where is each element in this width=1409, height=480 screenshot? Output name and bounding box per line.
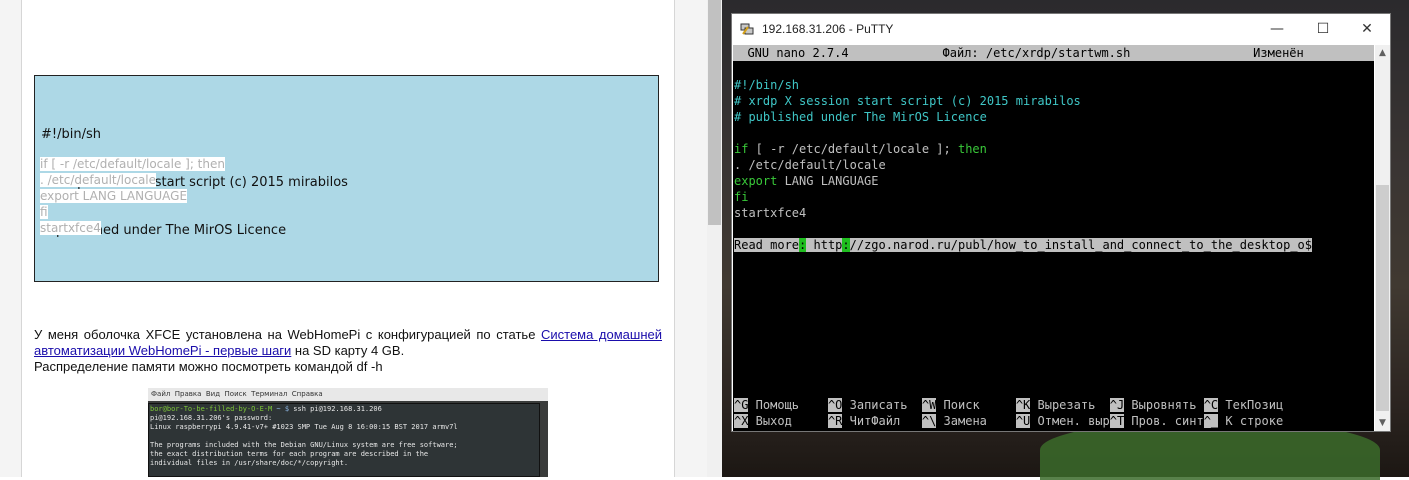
prompt-path: ~ $	[272, 405, 290, 413]
shortcut-key: ^W	[921, 398, 937, 412]
keyword: if	[734, 142, 749, 156]
read-more-line: Read more: http://zgo.narod.ru/publ/how_…	[734, 237, 1312, 253]
prompt-command: ssh pi@192.168.31.206	[289, 405, 382, 413]
code-line-selected: . /etc/default/locale	[40, 173, 157, 187]
shortcut-label: ТекПозиц	[1218, 398, 1284, 412]
shortcut-key: ^O	[827, 398, 843, 412]
shortcut-key: ^J	[1109, 398, 1125, 412]
code-text: LANG LANGUAGE	[777, 174, 879, 188]
maximize-button[interactable]: ☐	[1300, 14, 1346, 45]
shortcut-label: Поиск	[936, 398, 1016, 412]
paragraph-text: У меня оболочка XFCE установлена на WebH…	[34, 327, 541, 342]
code-block-selection[interactable]: if [ -r /etc/default/locale ]; then . /e…	[40, 156, 225, 236]
shortcut-label: Замена	[936, 414, 1016, 428]
file-line: # xrdp X session start script (c) 2015 m…	[734, 94, 1081, 108]
code-line: #!/bin/sh	[41, 127, 101, 142]
file-line: #!/bin/sh	[734, 78, 800, 92]
window-title: 192.168.31.206 - PuTTY	[762, 22, 894, 36]
paragraph-text: на SD карту 4 GB.	[291, 343, 405, 358]
paragraph-text: Распределение памяти можно посмотреть ко…	[34, 359, 383, 374]
terminal-line: Linux raspberrypi 4.9.41-v7+ #1023 SMP T…	[150, 423, 458, 431]
shortcut-key: ^K	[1015, 398, 1031, 412]
putty-scrollbar-thumb[interactable]	[1376, 185, 1389, 411]
scroll-up-arrow-icon[interactable]: ▲	[1375, 45, 1390, 61]
file-line: . /etc/default/locale	[734, 158, 886, 172]
shortcut-key: ^T	[1109, 414, 1125, 428]
read-more-text: http	[806, 238, 843, 252]
putty-titlebar[interactable]: 192.168.31.206 - PuTTY — ☐ ✕	[732, 14, 1390, 45]
nano-shortcuts-row: ^G Помощь ^O Записать ^W Поиск ^K Выреза…	[734, 397, 1283, 413]
file-line: export LANG LANGUAGE	[734, 173, 879, 189]
article-paragraph: У меня оболочка XFCE установлена на WebH…	[34, 327, 662, 375]
file-line: fi	[734, 190, 749, 204]
close-button[interactable]: ✕	[1344, 14, 1390, 45]
keyword: export	[734, 174, 778, 188]
code-line-selected: startxfce4	[40, 221, 101, 235]
code-line-selected: fi	[40, 205, 48, 219]
putty-scrollbar[interactable]: ▲ ▼	[1375, 45, 1390, 431]
shortcut-label: Отмен. выр	[1030, 414, 1110, 428]
read-more-url: //zgo.narod.ru/publ/how_to_install_and_c…	[849, 238, 1312, 252]
nano-header: GNU nano 2.7.4 Файл: /etc/xrdp/startwm.s…	[733, 45, 1374, 61]
shortcut-key: ^C	[1203, 398, 1219, 412]
terminal-menu-bar: Файл Правка Вид Поиск Терминал Справка	[148, 388, 548, 401]
keyword: then	[957, 142, 987, 156]
code-line-selected: if [ -r /etc/default/locale ]; then	[40, 157, 225, 171]
putty-window[interactable]: 192.168.31.206 - PuTTY — ☐ ✕ GNU nano 2.…	[731, 13, 1391, 432]
nano-shortcuts-row: ^X Выход ^R ЧитФайл ^\ Замена ^U Отмен. …	[734, 413, 1283, 429]
shortcut-label: Помощь	[748, 398, 828, 412]
read-more-text: Read more	[734, 238, 800, 252]
shortcut-key: ^_	[1203, 414, 1219, 428]
scroll-down-arrow-icon[interactable]: ▼	[1375, 415, 1390, 431]
terminal-screenshot-image: Файл Правка Вид Поиск Терминал Справка b…	[148, 388, 548, 477]
shortcut-label: К строке	[1218, 414, 1284, 428]
file-line: if [ -r /etc/default/locale ]; then	[734, 141, 987, 157]
shortcut-label: Выровнять	[1124, 398, 1204, 412]
shortcut-key: ^X	[734, 414, 749, 428]
terminal-output: bor@bor-To-be-filled-by-O-E-M ~ $ ssh pi…	[148, 403, 540, 477]
shortcut-label: Записать	[842, 398, 922, 412]
file-line: # published under The MirOS Licence	[734, 110, 987, 124]
terminal-area[interactable]: GNU nano 2.7.4 Файл: /etc/xrdp/startwm.s…	[733, 45, 1374, 431]
putty-icon	[740, 23, 754, 35]
code-text: [ -r /etc/default/locale ];	[748, 142, 958, 156]
shortcut-key: ^U	[1015, 414, 1031, 428]
prompt-user: bor@bor-To-be-filled-by-O-E-M	[150, 405, 273, 413]
terminal-line: The programs included with the Debian GN…	[150, 441, 458, 449]
code-block: #!/bin/sh # xrdp X session start script …	[34, 75, 659, 282]
terminal-line: pi@192.168.31.206's password:	[150, 414, 273, 422]
terminal-line: the exact distribution terms for each pr…	[150, 450, 429, 458]
shortcut-label: Выход	[748, 414, 828, 428]
terminal-line: individual files in /usr/share/doc/*/cop…	[150, 459, 349, 467]
shortcut-key: ^\	[921, 414, 937, 428]
shortcut-key: ^R	[827, 414, 843, 428]
code-line-selected: export LANG LANGUAGE	[40, 189, 188, 203]
shortcut-label: ЧитФайл	[842, 414, 922, 428]
shortcut-label: Пров. синт	[1124, 414, 1204, 428]
browser-scrollbar-thumb[interactable]	[708, 0, 721, 225]
file-line: startxfce4	[734, 206, 807, 220]
shortcut-key: ^G	[734, 398, 749, 412]
shortcut-label: Вырезать	[1030, 398, 1110, 412]
read-more-colon: :	[842, 238, 850, 252]
minimize-button[interactable]: —	[1254, 14, 1300, 45]
